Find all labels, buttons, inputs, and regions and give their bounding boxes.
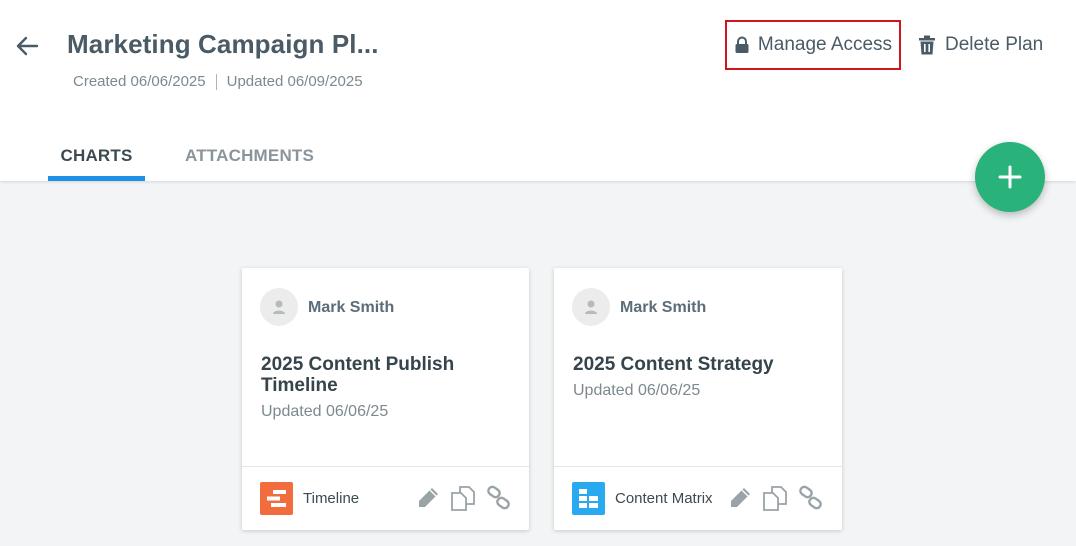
add-chart-button[interactable] [975,142,1045,212]
user-icon [273,300,285,314]
manage-access-button[interactable]: Manage Access [725,20,901,70]
copy-icon [451,486,475,511]
card-updated: Updated 06/06/25 [261,403,389,420]
pencil-icon [731,488,750,507]
edit-button[interactable] [415,485,441,511]
chart-card[interactable]: Mark Smith 2025 Content Strategy Updated… [554,268,842,530]
link-button[interactable] [798,485,824,511]
delete-plan-button[interactable]: Delete Plan [918,20,1043,70]
card-updated: Updated 06/06/25 [573,382,701,399]
active-tab-indicator [48,176,145,181]
edit-button[interactable] [727,485,753,511]
plan-dates: Created 06/06/2025 Updated 06/09/2025 [73,73,363,90]
lock-icon [735,36,749,53]
avatar [572,288,610,326]
card-title: 2025 Content Strategy [573,354,774,375]
card-title: 2025 Content Publish Timeline [261,354,455,396]
back-button[interactable] [13,32,41,60]
avatar [260,288,298,326]
manage-access-label: Manage Access [757,34,893,55]
chart-card[interactable]: Mark Smith 2025 Content Publish Timeline… [242,268,529,530]
tab-charts[interactable]: CHARTS [48,146,145,166]
timeline-icon [260,482,293,515]
trash-icon [919,35,935,55]
copy-icon [763,486,787,511]
plus-icon [998,165,1022,189]
divider [215,73,217,90]
page-header: Marketing Campaign Pl... Created 06/06/2… [0,0,1076,181]
tab-attachments[interactable]: ATTACHMENTS [185,146,314,166]
copy-button[interactable] [762,485,788,511]
chart-type-label: Content Matrix [615,490,713,507]
copy-button[interactable] [450,485,476,511]
user-icon [585,300,597,314]
link-icon [799,485,822,510]
card-owner: Mark Smith [620,299,707,316]
link-button[interactable] [486,485,512,511]
card-footer: Content Matrix [554,466,842,530]
created-date: Created 06/06/2025 [73,73,206,90]
link-icon [487,485,510,510]
content-matrix-icon [572,482,605,515]
card-owner: Mark Smith [308,299,395,316]
arrow-left-icon [16,36,39,56]
pencil-icon [419,488,438,507]
page-title: Marketing Campaign Pl... [67,29,379,59]
delete-plan-label: Delete Plan [945,34,1044,55]
chart-type-label: Timeline [303,490,360,507]
updated-date: Updated 06/09/2025 [226,73,363,90]
card-footer: Timeline [242,466,529,530]
